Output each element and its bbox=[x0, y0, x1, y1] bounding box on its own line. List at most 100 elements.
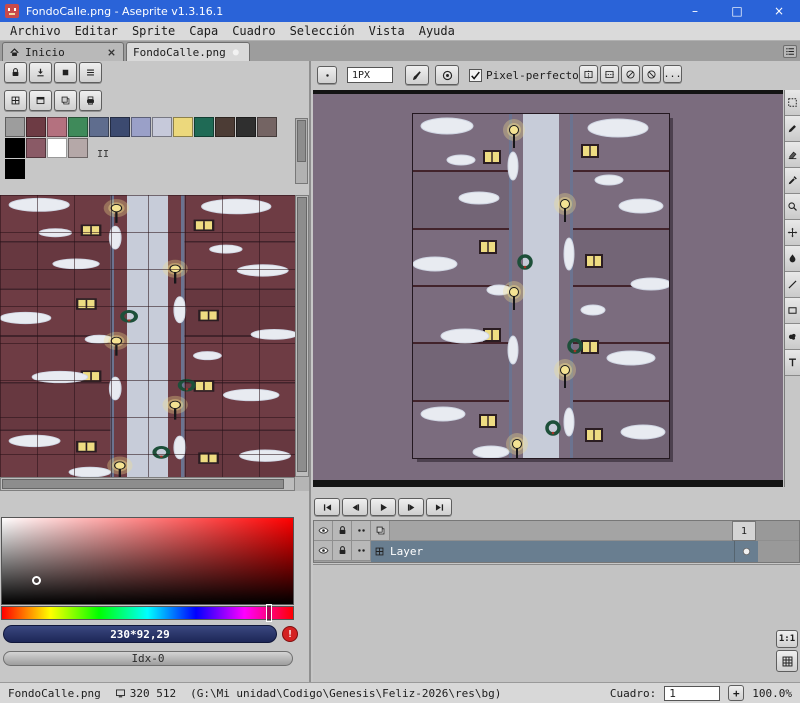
layer-continuous-button[interactable] bbox=[352, 541, 371, 561]
sym-diagonal-right-button[interactable] bbox=[621, 65, 640, 83]
layer-name-cell[interactable]: Layer bbox=[371, 541, 734, 562]
current-color-bar[interactable]: 230*92,29 bbox=[3, 625, 277, 643]
menu-item-ayuda[interactable]: Ayuda bbox=[412, 23, 462, 39]
lock-button[interactable] bbox=[4, 62, 27, 83]
skip-last-button[interactable] bbox=[426, 498, 452, 516]
palette-swatch[interactable] bbox=[47, 117, 67, 137]
symmetry-options-button[interactable]: ... bbox=[663, 65, 682, 83]
tab-inicio-close-button[interactable] bbox=[106, 47, 117, 58]
layer-row[interactable]: Layer bbox=[314, 541, 799, 562]
tiled-mode-button[interactable] bbox=[776, 650, 798, 672]
add-frame-button[interactable]: + bbox=[728, 685, 745, 701]
preview-vertical-scrollbar[interactable] bbox=[295, 195, 309, 477]
menu-button[interactable] bbox=[79, 62, 102, 83]
hue-slider[interactable] bbox=[1, 604, 294, 622]
sym-vertical-button[interactable] bbox=[579, 65, 598, 83]
palette-scrollbar-thumb[interactable] bbox=[297, 120, 306, 162]
skip-first-button[interactable] bbox=[314, 498, 340, 516]
sprite-canvas[interactable] bbox=[313, 90, 783, 487]
tool-eyedropper-button[interactable] bbox=[785, 168, 800, 194]
tool-paint-bucket-button[interactable] bbox=[785, 246, 800, 272]
window-button[interactable] bbox=[29, 90, 52, 111]
dynamics-button[interactable] bbox=[435, 65, 459, 85]
tool-move-button[interactable] bbox=[785, 220, 800, 246]
preview-horizontal-thumb[interactable] bbox=[2, 479, 284, 489]
palette-swatch[interactable] bbox=[236, 117, 256, 137]
menu-item-capa[interactable]: Capa bbox=[182, 23, 225, 39]
palette-swatch[interactable] bbox=[5, 159, 25, 179]
saturation-value-picker[interactable] bbox=[1, 517, 294, 605]
prev-frame-button[interactable] bbox=[342, 498, 368, 516]
close-button[interactable]: × bbox=[758, 0, 800, 22]
sym-horizontal-button[interactable] bbox=[600, 65, 619, 83]
palette-swatch[interactable] bbox=[26, 138, 46, 158]
ink-type-button[interactable] bbox=[405, 65, 429, 85]
grid-button[interactable] bbox=[4, 90, 27, 111]
palette-swatch[interactable] bbox=[68, 117, 88, 137]
hue-slider-marker[interactable] bbox=[266, 604, 272, 622]
tool-eraser-button[interactable] bbox=[785, 142, 800, 168]
menu-item-sprite[interactable]: Sprite bbox=[125, 23, 182, 39]
palette-swatch[interactable] bbox=[68, 138, 88, 158]
palette-swatch[interactable] bbox=[215, 117, 235, 137]
preview-horizontal-scrollbar[interactable] bbox=[0, 477, 295, 491]
maximize-button[interactable]: □ bbox=[716, 0, 758, 22]
sym-diagonal-left-button[interactable] bbox=[642, 65, 661, 83]
play-button[interactable] bbox=[370, 498, 396, 516]
palette-swatch[interactable] bbox=[5, 117, 25, 137]
copy-button[interactable] bbox=[54, 90, 77, 111]
minimize-button[interactable]: – bbox=[674, 0, 716, 22]
arrow-down-button[interactable] bbox=[29, 62, 52, 83]
actual-size-button[interactable]: 1:1 bbox=[776, 630, 798, 648]
sv-marker[interactable] bbox=[32, 576, 41, 585]
tool-rectangle-button[interactable] bbox=[785, 298, 800, 324]
tool-jumble-button[interactable] bbox=[785, 324, 800, 350]
tiled-sprite-view[interactable] bbox=[0, 195, 309, 491]
sprite-image[interactable] bbox=[412, 113, 670, 459]
tool-pencil-button[interactable] bbox=[785, 116, 800, 142]
toggle-all-visibility-button[interactable] bbox=[314, 521, 333, 541]
menu-item-cuadro[interactable]: Cuadro bbox=[225, 23, 282, 39]
brush-preview-button[interactable] bbox=[317, 66, 337, 84]
palette-swatch[interactable] bbox=[131, 117, 151, 137]
palette-swatch[interactable] bbox=[194, 117, 214, 137]
toggle-all-continuous-button[interactable] bbox=[352, 521, 371, 541]
palette-scrollbar[interactable] bbox=[295, 118, 308, 184]
menu-item-archivo[interactable]: Archivo bbox=[3, 23, 68, 39]
pixel-perfect-checkbox[interactable] bbox=[469, 68, 482, 82]
tool-zoom-button[interactable] bbox=[785, 194, 800, 220]
timeline-options-button[interactable] bbox=[371, 521, 390, 541]
palette-swatch[interactable] bbox=[257, 117, 277, 137]
brush-size-input[interactable]: 1PX bbox=[347, 67, 393, 83]
tab-list-button[interactable] bbox=[783, 45, 797, 58]
square-button[interactable] bbox=[54, 62, 77, 83]
layer-visibility-button[interactable] bbox=[314, 541, 333, 561]
toggle-all-lock-button[interactable] bbox=[333, 521, 352, 541]
palette-swatch[interactable] bbox=[47, 138, 67, 158]
palette-index-bar[interactable]: Idx-0 bbox=[3, 651, 293, 666]
printer-button[interactable] bbox=[79, 90, 102, 111]
tool-line-button[interactable] bbox=[785, 272, 800, 298]
palette-swatch[interactable] bbox=[5, 138, 25, 158]
tool-text-button[interactable] bbox=[785, 350, 800, 376]
palette-swatch[interactable] bbox=[110, 117, 130, 137]
frame-1-header[interactable]: 1 bbox=[732, 521, 756, 541]
color-warning-icon[interactable]: ! bbox=[282, 626, 298, 642]
next-frame-button[interactable] bbox=[398, 498, 424, 516]
palette-swatch[interactable] bbox=[89, 117, 109, 137]
menu-item-editar[interactable]: Editar bbox=[68, 23, 125, 39]
tab-inicio[interactable]: Inicio bbox=[2, 42, 124, 61]
layer-lock-button[interactable] bbox=[333, 541, 352, 561]
cel-frame-1[interactable] bbox=[734, 541, 758, 562]
frame-number-input[interactable]: 1 bbox=[664, 685, 721, 701]
menu-item-vista[interactable]: Vista bbox=[362, 23, 412, 39]
palette-swatch[interactable] bbox=[26, 117, 46, 137]
menu-item-seleccion[interactable]: Selección bbox=[283, 23, 362, 39]
tool-rect-marquee-button[interactable] bbox=[785, 90, 800, 116]
preview-vertical-thumb[interactable] bbox=[297, 197, 307, 472]
palette-swatch[interactable] bbox=[152, 117, 172, 137]
pixel-perfect-toggle[interactable]: Pixel-perfecto bbox=[469, 68, 579, 82]
zoom-level[interactable]: 100.0% bbox=[752, 687, 792, 700]
tab-fondocalle[interactable]: FondoCalle.png ● bbox=[126, 42, 250, 61]
palette-swatch[interactable] bbox=[173, 117, 193, 137]
